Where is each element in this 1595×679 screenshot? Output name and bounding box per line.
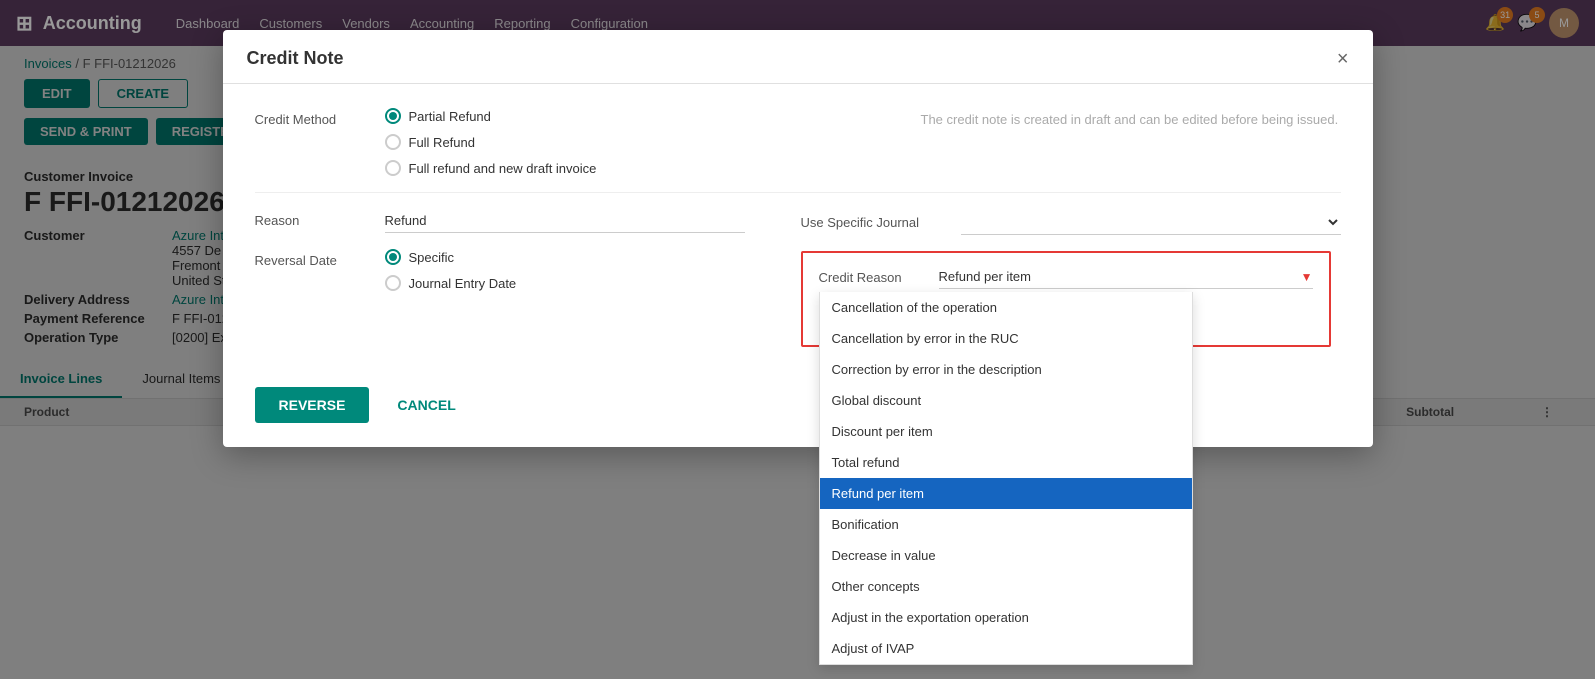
dropdown-item-adjust-export[interactable]: Adjust in the exportation operation <box>820 602 1192 633</box>
credit-reason-row: Credit Reason Refund per item ▼ Cancella… <box>819 265 1313 289</box>
dropdown-item-other-concepts[interactable]: Other concepts <box>820 571 1192 602</box>
credit-reason-select-wrapper: Refund per item ▼ Cancellation of the op… <box>939 265 1313 289</box>
radio-full-refund[interactable]: Full Refund <box>385 134 597 150</box>
main-form-area: Reason Reversal Date Specific <box>255 209 1341 347</box>
modal-close-button[interactable]: × <box>1337 49 1349 69</box>
credit-method-options: Partial Refund Full Refund Full refund a… <box>385 108 597 176</box>
radio-dot-draft <box>385 160 401 176</box>
reverse-button[interactable]: REVERSE <box>255 387 370 423</box>
specific-journal-row: Use Specific Journal <box>801 209 1341 235</box>
radio-specific[interactable]: Specific <box>385 249 517 265</box>
radio-dot-partial <box>385 108 401 124</box>
specific-journal-label: Use Specific Journal <box>801 215 961 230</box>
radio-dot-journal <box>385 275 401 291</box>
credit-note-modal: Credit Note × Credit Method Partial Refu… <box>223 30 1373 447</box>
credit-reason-value[interactable]: Refund per item <box>939 265 1301 288</box>
dropdown-item-correction-desc[interactable]: Correction by error in the description <box>820 354 1192 385</box>
credit-method-hint: The credit note is created in draft and … <box>921 108 1341 127</box>
dropdown-item-bonification[interactable]: Bonification <box>820 509 1192 540</box>
radio-journal-label: Journal Entry Date <box>409 276 517 291</box>
cancel-button[interactable]: CANCEL <box>381 387 471 423</box>
reason-label: Reason <box>255 209 385 228</box>
dropdown-item-cancellation-ruc[interactable]: Cancellation by error in the RUC <box>820 323 1192 354</box>
left-form: Reason Reversal Date Specific <box>255 209 801 347</box>
reversal-date-label: Reversal Date <box>255 249 385 268</box>
radio-specific-label: Specific <box>409 250 455 265</box>
modal-header: Credit Note × <box>223 30 1373 84</box>
credit-reason-label: Credit Reason <box>819 270 939 285</box>
dropdown-item-discount-per-item[interactable]: Discount per item <box>820 416 1192 447</box>
credit-reason-dropdown[interactable]: Cancellation of the operation Cancellati… <box>819 292 1193 665</box>
reason-input[interactable] <box>385 209 745 233</box>
radio-journal-entry-date[interactable]: Journal Entry Date <box>385 275 517 291</box>
radio-full-label: Full Refund <box>409 135 475 150</box>
modal-actions: REVERSE CANCEL <box>223 371 1373 447</box>
dropdown-item-refund-per-item[interactable]: Refund per item <box>820 478 1192 509</box>
specific-journal-select[interactable] <box>961 209 1341 235</box>
dropdown-item-decrease-value[interactable]: Decrease in value <box>820 540 1192 571</box>
credit-method-row: Credit Method Partial Refund Full Refund <box>255 108 1341 176</box>
radio-draft-label: Full refund and new draft invoice <box>409 161 597 176</box>
modal-title: Credit Note <box>247 48 344 69</box>
radio-partial-refund[interactable]: Partial Refund <box>385 108 597 124</box>
credit-reason-arrow-icon[interactable]: ▼ <box>1301 270 1313 284</box>
reversal-options: Specific Journal Entry Date <box>385 249 517 291</box>
radio-dot-full <box>385 134 401 150</box>
radio-full-refund-draft[interactable]: Full refund and new draft invoice <box>385 160 597 176</box>
reason-row: Reason <box>255 209 801 233</box>
credit-reason-section: Credit Reason Refund per item ▼ Cancella… <box>801 251 1331 347</box>
radio-partial-label: Partial Refund <box>409 109 491 124</box>
dropdown-item-total-refund[interactable]: Total refund <box>820 447 1192 478</box>
modal-body: Credit Method Partial Refund Full Refund <box>223 84 1373 371</box>
radio-dot-specific <box>385 249 401 265</box>
credit-method-label: Credit Method <box>255 108 385 127</box>
dropdown-item-cancellation-op[interactable]: Cancellation of the operation <box>820 292 1192 323</box>
dropdown-item-adjust-ivap[interactable]: Adjust of IVAP <box>820 633 1192 664</box>
dropdown-item-global-discount[interactable]: Global discount <box>820 385 1192 416</box>
modal-overlay: Credit Note × Credit Method Partial Refu… <box>0 0 1595 679</box>
right-form: Use Specific Journal Credit Reason Refun… <box>801 209 1341 347</box>
reversal-date-row: Reversal Date Specific Journal Entry Dat… <box>255 249 801 291</box>
